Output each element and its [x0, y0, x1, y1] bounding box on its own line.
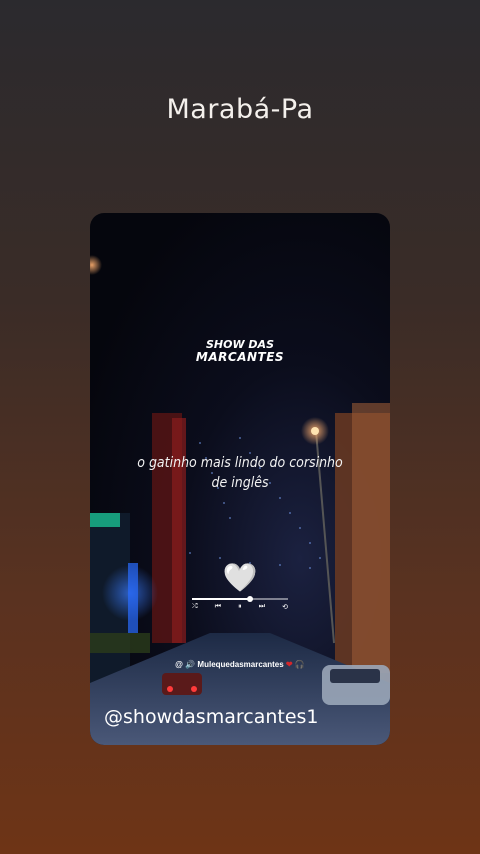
- lyric-line1: o gatinho mais lindo do corsinho: [137, 455, 343, 471]
- red-heart-icon: ❤: [285, 660, 293, 669]
- lyric-text: o gatinho mais lindo do corsinho de ingl…: [120, 453, 360, 493]
- shuffle-icon[interactable]: ⤮: [192, 603, 198, 611]
- progress-knob[interactable]: [246, 596, 253, 602]
- music-controls: ⤮ ⏮ ⏸ ⏭ ⟲: [192, 603, 288, 611]
- progress-fill: [192, 598, 250, 600]
- music-progress-bar[interactable]: [192, 596, 288, 602]
- music-handle-tag[interactable]: @ 🔊 Mulequedasmarcantes ❤ 🎧: [90, 660, 390, 669]
- next-icon[interactable]: ⏭: [259, 603, 265, 611]
- white-heart-icon[interactable]: 🤍: [90, 563, 390, 593]
- lyric-line2: de inglês: [211, 475, 269, 491]
- speaker-icon: 🔊: [185, 660, 196, 669]
- previous-icon[interactable]: ⏮: [215, 603, 221, 611]
- handle-name: Mulequedasmarcantes: [197, 660, 284, 669]
- show-das-marcantes-logo: SHOW DAS MARCANTES: [90, 339, 390, 364]
- story-media[interactable]: SHOW DAS MARCANTES o gatinho mais lindo …: [90, 213, 390, 745]
- repeat-icon[interactable]: ⟲: [282, 603, 288, 611]
- watermark-handle: @showdasmarcantes1: [104, 706, 319, 728]
- location-label: Marabá-Pa: [166, 94, 314, 125]
- handle-prefix: @: [175, 660, 183, 669]
- headphones-icon: 🎧: [294, 660, 305, 669]
- pause-icon[interactable]: ⏸: [238, 603, 242, 611]
- logo-line2: MARCANTES: [195, 350, 285, 364]
